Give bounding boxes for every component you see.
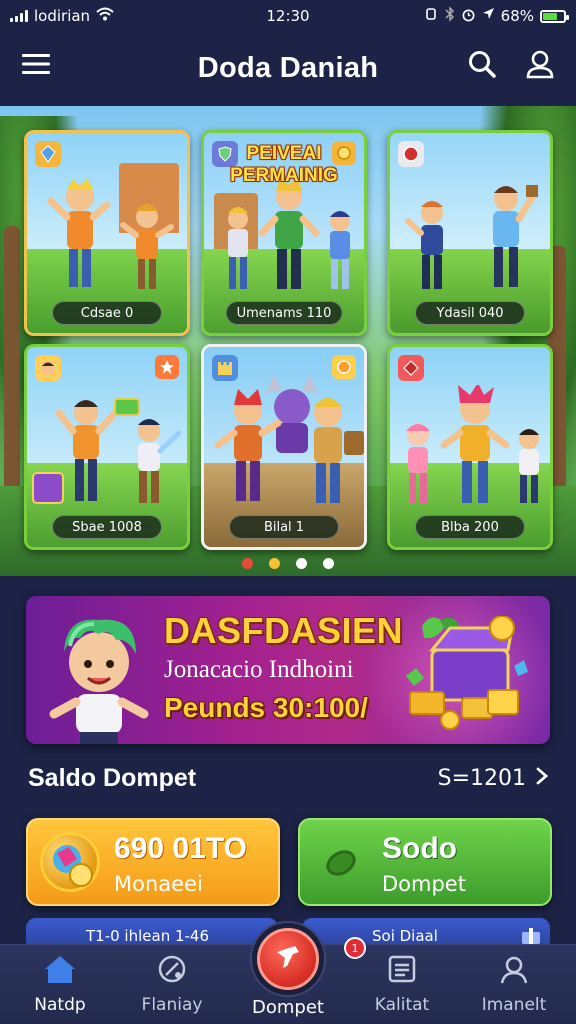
nav-document-label: Kalitat xyxy=(374,995,430,1015)
transaction-text-2: Soi Diaal xyxy=(372,927,438,945)
wallet-card-balance[interactable]: 690 01TO Monaeei xyxy=(26,818,280,906)
game-card-3[interactable]: Ydasil 040 xyxy=(387,130,553,336)
carousel-dots xyxy=(0,558,576,569)
avatar-badge-icon xyxy=(35,355,61,381)
game-card-2[interactable]: PEIVEAI PERMAINIG Umenams 110 xyxy=(201,130,367,336)
mascot-illustration xyxy=(49,619,149,744)
promo-title: DASFDASIEN xyxy=(164,610,404,651)
transaction-text-1: T1-0 ihlean 1-46 xyxy=(86,927,210,945)
hamburger-menu-icon xyxy=(21,52,51,80)
nav-dompet[interactable]: Dompet xyxy=(238,953,338,1023)
event-title-line1: PEIVEAI xyxy=(246,143,322,164)
search-icon xyxy=(467,49,497,83)
battery-icon xyxy=(540,9,569,23)
status-bar: lodirian 12:30 68% xyxy=(0,0,576,32)
coin-stack-icon xyxy=(40,832,100,892)
bottom-navigation: Natdp Flaniay Dompet 1 Kalitat Imanelt xyxy=(0,921,576,1024)
nav-game-label: Flaniay xyxy=(141,995,203,1015)
nav-game[interactable]: Flaniay xyxy=(122,953,222,1023)
event-title: PEIVEAI PERMAINIG xyxy=(204,143,364,187)
ball-badge-icon xyxy=(398,141,424,167)
game-card-1[interactable]: Cdsae 0 xyxy=(24,130,190,336)
nav-document[interactable]: Kalitat xyxy=(352,953,452,1023)
castle-badge-icon xyxy=(212,355,238,381)
promo-subtitle: Jonacacio Indhoini xyxy=(164,656,354,683)
status-left: lodirian xyxy=(10,7,114,25)
search-button[interactable] xyxy=(464,48,500,84)
profile-icon xyxy=(498,953,530,989)
diamond-badge-icon xyxy=(398,355,424,381)
game-icon xyxy=(156,953,188,989)
promo-banner[interactable]: DASFDASIEN Jonacacio Indhoini Peunds 30:… xyxy=(26,596,550,744)
nav-home[interactable]: Natdp xyxy=(10,953,110,1023)
game-card-label: Bilal 1 xyxy=(229,515,339,539)
wallet-section-header: Saldo Dompet S=1201 xyxy=(28,760,549,796)
signal-icon xyxy=(10,10,28,22)
balance-amount: 690 01TO xyxy=(114,832,247,865)
user-icon xyxy=(526,49,554,83)
carousel-dot[interactable] xyxy=(242,558,253,569)
location-icon xyxy=(482,7,495,25)
dompet-label: Dompet xyxy=(382,872,466,896)
menu-button[interactable] xyxy=(18,48,54,84)
game-card-label: Ydasil 040 xyxy=(415,301,525,325)
app-screen: lodirian 12:30 68% Doda Daniah Cdsae 0 P… xyxy=(0,0,576,1024)
carousel-dot[interactable] xyxy=(323,558,334,569)
carrier-name: lodirian xyxy=(34,7,91,25)
app-title: Doda Daniah xyxy=(197,51,379,84)
game-card-label: Sbae 1008 xyxy=(52,515,162,539)
profile-button[interactable] xyxy=(522,48,558,84)
nav-dompet-label: Dompet xyxy=(252,997,324,1018)
game-card-label: Blba 200 xyxy=(415,515,525,539)
nav-home-label: Natdp xyxy=(34,995,86,1015)
status-right: 68% xyxy=(423,6,569,26)
nav-profile[interactable]: Imanelt xyxy=(464,953,564,1023)
star-badge-icon xyxy=(155,355,179,379)
leaf-icon xyxy=(324,848,358,878)
event-title-line2: PERMAINIG xyxy=(230,165,338,186)
gem-badge-icon xyxy=(35,141,61,167)
coin-badge-icon xyxy=(332,355,356,379)
rotation-lock-icon xyxy=(423,6,439,26)
carousel-dot-active[interactable] xyxy=(296,558,307,569)
chevron-right-icon xyxy=(536,766,549,791)
promo-amount: Peunds 30:100/ xyxy=(164,692,368,723)
game-card-label: Umenams 110 xyxy=(225,301,343,325)
bluetooth-icon xyxy=(445,6,455,26)
game-card-4[interactable]: Sbae 1008 xyxy=(24,344,190,550)
wallet-link-value: S=1201 xyxy=(437,765,526,791)
app-header: Doda Daniah xyxy=(0,32,576,104)
nav-profile-label: Imanelt xyxy=(481,995,547,1015)
alarm-icon xyxy=(461,7,476,26)
home-icon xyxy=(42,953,78,989)
game-card-5[interactable]: Bilal 1 xyxy=(201,344,367,550)
dompet-title: Sodo xyxy=(382,832,457,865)
balance-label: Monaeei xyxy=(114,872,203,896)
game-card-6[interactable]: Blba 200 xyxy=(387,344,553,550)
wallet-see-more[interactable]: S=1201 xyxy=(437,765,549,791)
battery-fill xyxy=(543,12,557,20)
battery-percent: 68% xyxy=(500,7,534,25)
wallet-title: Saldo Dompet xyxy=(28,763,197,792)
wallet-card-dompet[interactable]: Sodo Dompet xyxy=(298,818,552,906)
carousel-dot[interactable] xyxy=(269,558,280,569)
document-icon xyxy=(386,953,418,989)
game-card-label: Cdsae 0 xyxy=(52,301,162,325)
wifi-icon xyxy=(96,7,114,25)
